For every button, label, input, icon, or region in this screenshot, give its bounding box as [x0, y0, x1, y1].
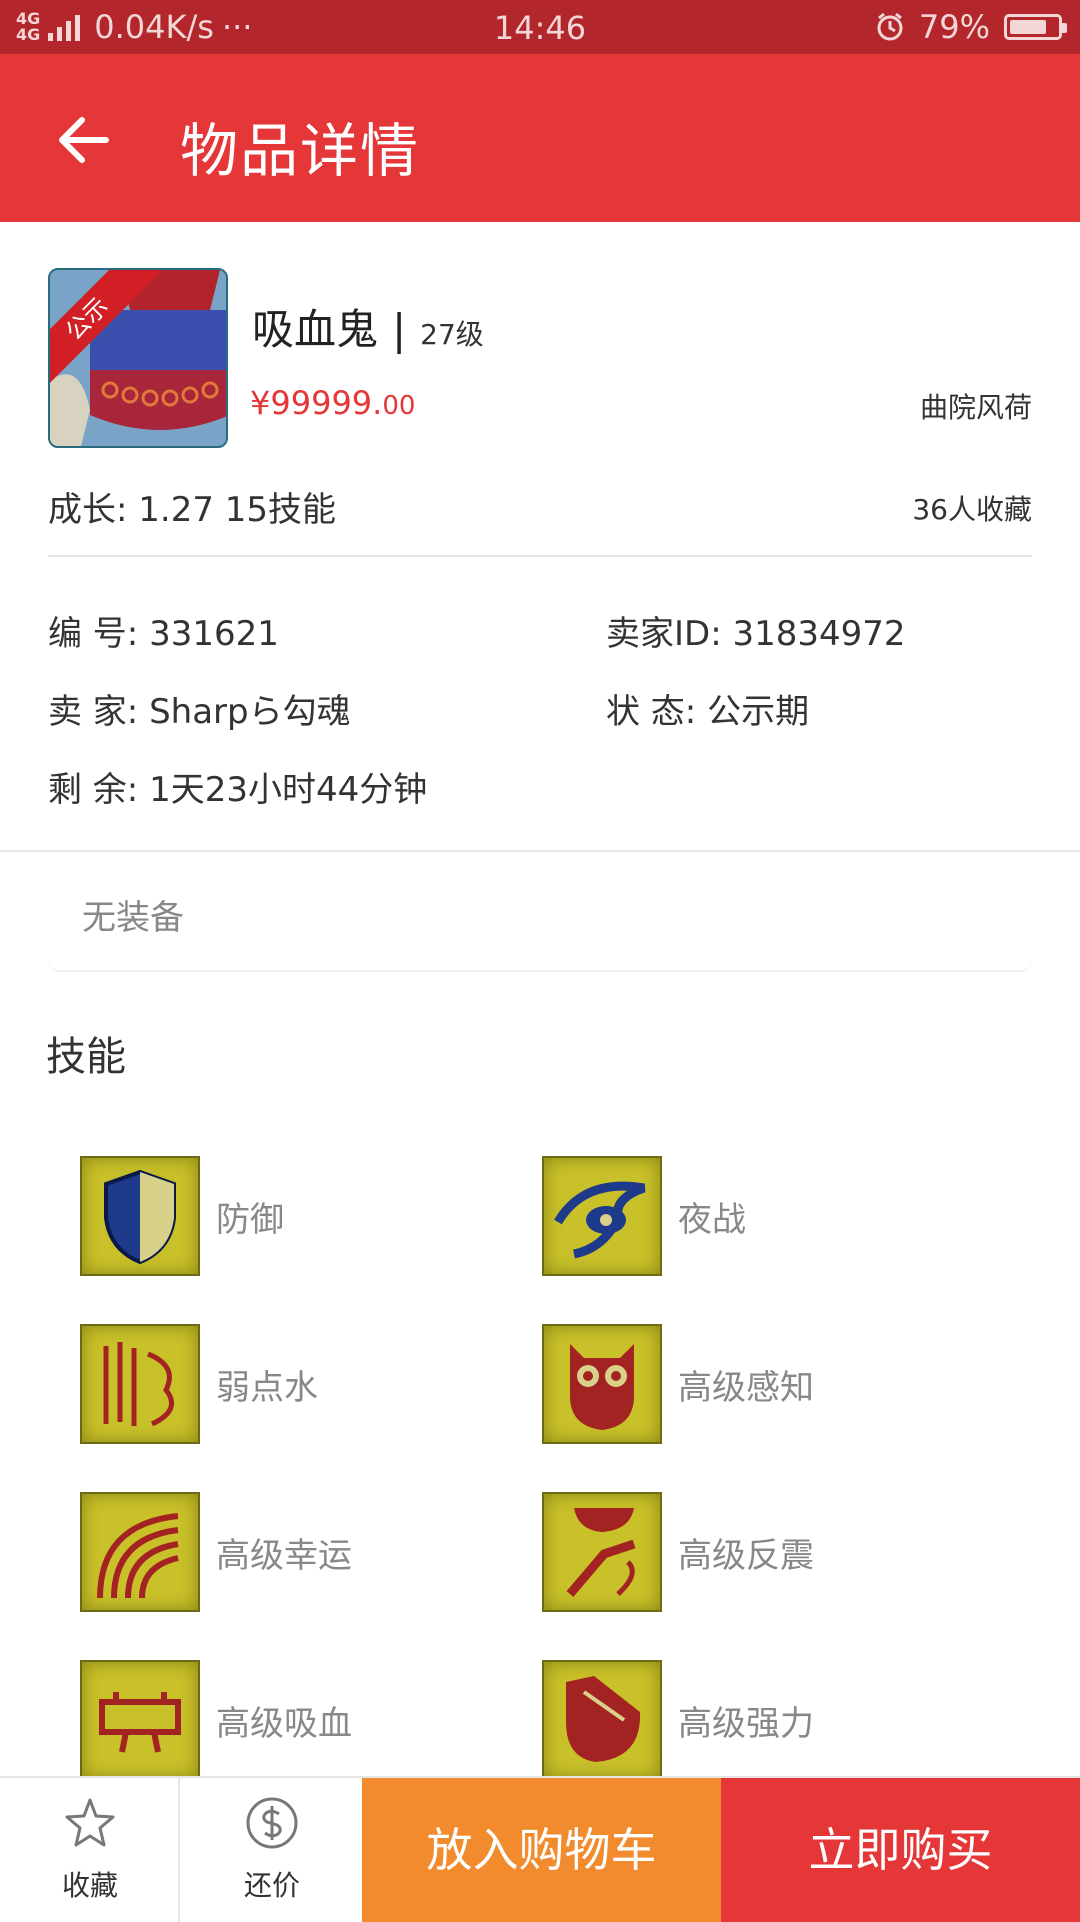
- server-name: 曲院风荷: [919, 391, 1032, 424]
- growth-skills: 成长: 1.27 15技能: [48, 490, 337, 530]
- water-weakness-skill-icon: [80, 1324, 200, 1444]
- bottom-action-bar: 收藏 还价 放入购物车 立即购买: [0, 1776, 1080, 1922]
- seller-id: 卖家ID: 31834972: [606, 606, 906, 655]
- divider: [48, 555, 1032, 557]
- luck-skill-icon: [80, 1492, 200, 1612]
- skill-item[interactable]: 防御: [80, 1156, 500, 1278]
- skill-label: 高级吸血: [216, 1704, 352, 1744]
- status-right: 79%: [875, 8, 1067, 46]
- app-bar: 物品详情: [0, 54, 1080, 222]
- battery-icon: [1004, 14, 1067, 40]
- price-main: ¥99999.: [250, 384, 383, 422]
- favorite-label: 收藏: [61, 1869, 118, 1902]
- seller-label: 卖 家:: [48, 692, 139, 732]
- owl-skill-icon: [542, 1324, 662, 1444]
- skill-item[interactable]: 高级强力: [542, 1660, 962, 1782]
- favorites-count: 36人收藏: [912, 493, 1032, 526]
- alarm-icon: [877, 12, 903, 41]
- skill-item[interactable]: 高级幸运: [80, 1492, 500, 1614]
- strength-skill-icon: [542, 1660, 662, 1780]
- bargain-button[interactable]: 还价: [182, 1778, 362, 1922]
- remaining-value: 1天23小时44分钟: [149, 770, 428, 810]
- star-icon: [65, 1798, 115, 1847]
- skills-title: 技能: [46, 1034, 126, 1080]
- skill-label: 防御: [216, 1200, 284, 1240]
- back-arrow-icon[interactable]: [56, 112, 112, 168]
- status-value: 公示期: [707, 692, 810, 732]
- skill-item[interactable]: 夜战: [542, 1156, 962, 1278]
- skill-item[interactable]: 高级反震: [542, 1492, 962, 1614]
- battery-fill: [1010, 20, 1046, 34]
- status: 状 态: 公示期: [606, 684, 809, 733]
- bargain-label: 还价: [243, 1869, 300, 1902]
- item-summary: 公示 吸血鬼 | 27级 ¥99999.00 曲院风荷: [48, 268, 1032, 448]
- battery-percent: 79%: [918, 8, 990, 46]
- buy-now-button[interactable]: 立即购买: [721, 1778, 1080, 1922]
- remaining-time: 剩 余: 1天23小时44分钟: [48, 762, 427, 811]
- vampire-skill-icon: [80, 1660, 200, 1780]
- item-level: 27级: [420, 318, 484, 351]
- divider: [0, 850, 1080, 852]
- item-id: 编 号: 331621: [48, 606, 279, 655]
- dollar-circle-icon: [246, 1797, 298, 1849]
- add-to-cart-button[interactable]: 放入购物车: [362, 1778, 721, 1922]
- seller-id-label: 卖家ID:: [606, 614, 722, 654]
- skill-item[interactable]: 弱点水: [80, 1324, 500, 1446]
- item-id-label: 编 号:: [48, 614, 139, 654]
- skill-label: 弱点水: [216, 1368, 318, 1408]
- counter-shock-skill-icon: [542, 1492, 662, 1612]
- eye-skill-icon: [542, 1156, 662, 1276]
- item-price: ¥99999.00: [250, 384, 415, 422]
- price-decimals: 00: [382, 391, 416, 421]
- item-name: 吸血鬼: [252, 305, 379, 354]
- skill-label: 高级感知: [678, 1368, 814, 1408]
- status-label: 状 态:: [606, 692, 697, 732]
- skill-label: 夜战: [678, 1200, 746, 1240]
- shield-skill-icon: [80, 1156, 200, 1276]
- vampire-pet-image: [50, 270, 226, 446]
- no-equipment-text: 无装备: [82, 898, 184, 938]
- item-name-line: 吸血鬼 | 27级: [252, 296, 484, 357]
- name-separator: |: [392, 305, 407, 354]
- skill-item[interactable]: 高级感知: [542, 1324, 962, 1446]
- skill-label: 高级强力: [678, 1704, 814, 1744]
- skill-item[interactable]: 高级吸血: [80, 1660, 500, 1782]
- skill-label: 高级幸运: [216, 1536, 352, 1576]
- skill-label: 高级反震: [678, 1536, 814, 1576]
- seller-id-value: 31834972: [732, 614, 906, 654]
- item-id-value: 331621: [149, 614, 279, 654]
- remaining-label: 剩 余:: [48, 770, 139, 810]
- seller-value: Sharpら勾魂: [149, 692, 351, 732]
- item-thumbnail[interactable]: 公示: [48, 268, 228, 448]
- equipment-section: 无装备: [48, 860, 1032, 972]
- favorite-button[interactable]: 收藏: [0, 1778, 180, 1922]
- status-bar: 4G 4G 0.04K/s ··· 14:46 79%: [0, 0, 1080, 54]
- seller: 卖 家: Sharpら勾魂: [48, 684, 351, 733]
- page-title: 物品详情: [180, 117, 421, 185]
